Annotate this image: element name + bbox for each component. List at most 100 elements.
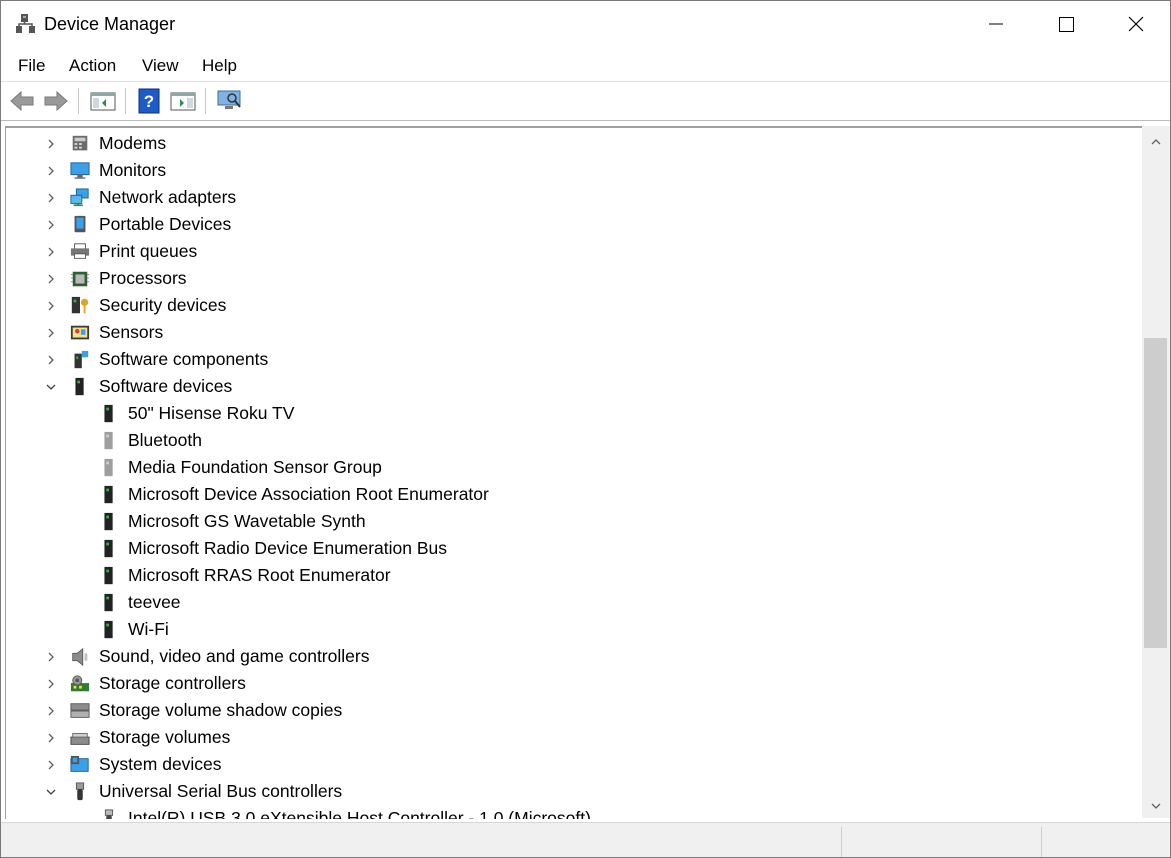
expand-toggle[interactable] (44, 751, 58, 778)
scan-hardware-button[interactable] (215, 86, 245, 116)
shadow-copy-icon (70, 703, 90, 718)
tree-category-system-devices[interactable]: System devices (44, 751, 1134, 778)
expand-toggle[interactable] (44, 130, 58, 157)
device-icon (104, 620, 113, 639)
tree-category-processors[interactable]: Processors (44, 265, 1134, 292)
chevron-right-icon[interactable] (46, 760, 56, 770)
tree-category-sound-video-and-game-controllers[interactable]: Sound, video and game controllers (44, 643, 1134, 670)
chevron-right-icon[interactable] (46, 652, 56, 662)
tree-device-item[interactable]: Media Foundation Sensor Group (44, 454, 1134, 481)
close-button[interactable] (1101, 1, 1170, 47)
tree-category-storage-volume-shadow-copies[interactable]: Storage volume shadow copies (44, 697, 1134, 724)
expand-toggle[interactable] (44, 211, 58, 238)
tree-device-label: Media Foundation Sensor Group (128, 457, 382, 477)
tree-device-label: Intel(R) USB 3.0 eXtensible Host Control… (128, 808, 591, 819)
chevron-right-icon[interactable] (46, 301, 56, 311)
vertical-scrollbar[interactable] (1142, 126, 1170, 818)
device-manager-window: Device Manager File Action View Help ? M… (0, 0, 1171, 858)
chevron-right-icon[interactable] (46, 679, 56, 689)
tree-device-label: 50" Hisense Roku TV (128, 403, 295, 423)
expand-toggle[interactable] (44, 292, 58, 319)
tree-category-storage-controllers[interactable]: Storage controllers (44, 670, 1134, 697)
chevron-up-icon (1151, 139, 1161, 145)
tree-category-label: Universal Serial Bus controllers (99, 781, 343, 801)
toolbar-separator (205, 88, 206, 114)
tree-device-item[interactable]: Microsoft GS Wavetable Synth (44, 508, 1134, 535)
tree-device-item[interactable]: Microsoft Radio Device Enumeration Bus (44, 535, 1134, 562)
tree-category-portable-devices[interactable]: Portable Devices (44, 211, 1134, 238)
chevron-down-icon (1151, 803, 1161, 809)
chevron-right-icon[interactable] (46, 220, 56, 230)
tree-device-label: Microsoft GS Wavetable Synth (128, 511, 366, 531)
chevron-right-icon[interactable] (46, 733, 56, 743)
chevron-right-icon[interactable] (46, 706, 56, 716)
tree-category-label: Sensors (99, 322, 164, 342)
expand-toggle[interactable] (44, 643, 58, 670)
tree-device-item[interactable]: Bluetooth (44, 427, 1134, 454)
expand-toggle[interactable] (44, 670, 58, 697)
expand-toggle[interactable] (44, 373, 58, 400)
tree-category-modems[interactable]: Modems (44, 130, 1134, 157)
chevron-right-icon[interactable] (46, 328, 56, 338)
help-icon: ? (138, 88, 160, 114)
chevron-right-icon[interactable] (46, 355, 56, 365)
chevron-right-icon[interactable] (46, 274, 56, 284)
minimize-button[interactable] (961, 1, 1031, 47)
expand-toggle[interactable] (44, 346, 58, 373)
tree-category-monitors[interactable]: Monitors (44, 157, 1134, 184)
expand-toggle[interactable] (44, 238, 58, 265)
expand-toggle[interactable] (44, 724, 58, 751)
chevron-right-icon[interactable] (46, 193, 56, 203)
tree-device-item[interactable]: Wi-Fi (44, 616, 1134, 643)
tree-category-label: Software components (99, 349, 269, 369)
processor-icon (70, 271, 90, 287)
menu-action[interactable]: Action (61, 48, 124, 81)
show-hide-console-tree-button[interactable] (88, 86, 118, 116)
scroll-up-button[interactable] (1142, 132, 1170, 152)
menu-file[interactable]: File (10, 48, 53, 81)
chevron-right-icon[interactable] (46, 166, 56, 176)
scrollbar-thumb[interactable] (1144, 338, 1167, 648)
back-button[interactable] (7, 86, 37, 116)
tree-category-security-devices[interactable]: Security devices (44, 292, 1134, 319)
close-icon (1128, 16, 1144, 32)
expand-toggle[interactable] (44, 697, 58, 724)
menu-help[interactable]: Help (194, 48, 245, 81)
device-icon (104, 404, 113, 423)
forward-button[interactable] (41, 86, 71, 116)
tree-category-label: System devices (99, 754, 222, 774)
tree-category-print-queues[interactable]: Print queues (44, 238, 1134, 265)
action-pane-button[interactable] (168, 86, 198, 116)
chevron-right-icon[interactable] (46, 139, 56, 149)
menu-view[interactable]: View (134, 48, 187, 81)
expand-toggle[interactable] (44, 319, 58, 346)
device-icon (104, 512, 113, 531)
tree-category-software-devices[interactable]: Software devices (44, 373, 1134, 400)
device-tree[interactable]: Modems Monitors Network adapters Portable D… (5, 126, 1143, 819)
monitor-icon (70, 162, 90, 179)
tree-device-item[interactable]: Microsoft RRAS Root Enumerator (44, 562, 1134, 589)
scroll-down-button[interactable] (1142, 796, 1170, 816)
tree-device-item[interactable]: Microsoft Device Association Root Enumer… (44, 481, 1134, 508)
expand-toggle[interactable] (44, 778, 58, 805)
tree-category-sensors[interactable]: Sensors (44, 319, 1134, 346)
tree-category-software-components[interactable]: Software components (44, 346, 1134, 373)
tree-category-network-adapters[interactable]: Network adapters (44, 184, 1134, 211)
tree-category-label: Storage volume shadow copies (99, 700, 343, 720)
help-button[interactable]: ? (134, 86, 164, 116)
tree-device-label: Bluetooth (128, 430, 202, 450)
tree-category-storage-volumes[interactable]: Storage volumes (44, 724, 1134, 751)
expand-toggle[interactable] (44, 265, 58, 292)
maximize-button[interactable] (1031, 1, 1101, 47)
tree-device-item[interactable]: 50" Hisense Roku TV (44, 400, 1134, 427)
tree-device-item[interactable]: Intel(R) USB 3.0 eXtensible Host Control… (44, 805, 1134, 819)
expand-toggle[interactable] (44, 157, 58, 184)
tree-device-item[interactable]: teevee (44, 589, 1134, 616)
expand-toggle[interactable] (44, 184, 58, 211)
tree-category-universal-serial-bus-controllers[interactable]: Universal Serial Bus controllers (44, 778, 1134, 805)
title-bar[interactable]: Device Manager (1, 1, 1170, 47)
chevron-down-icon[interactable] (46, 382, 56, 392)
device-icon (104, 539, 113, 558)
chevron-right-icon[interactable] (46, 247, 56, 257)
chevron-down-icon[interactable] (46, 787, 56, 797)
